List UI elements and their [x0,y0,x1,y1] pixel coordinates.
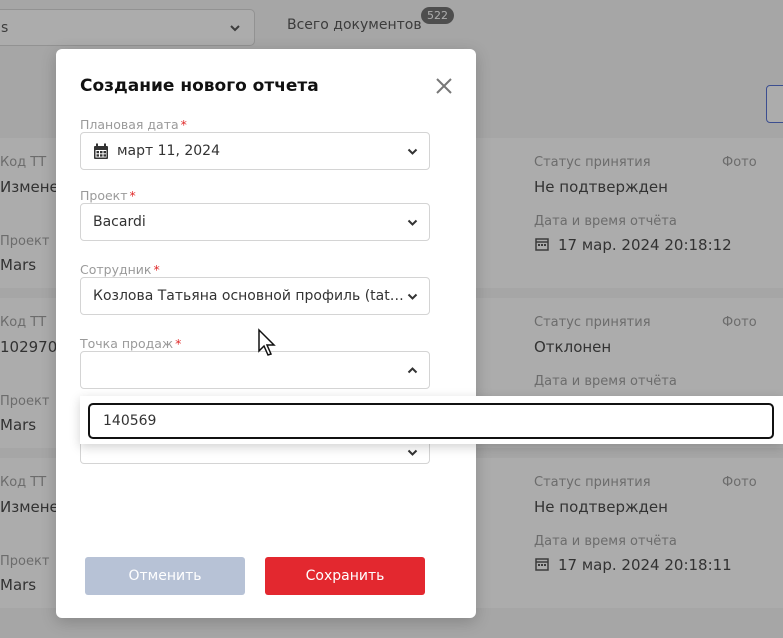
employee-select-value: Козлова Татьяна основной профиль (tatyan… [93,288,408,304]
save-button[interactable]: Сохранить [265,557,425,595]
chevron-down-icon [407,449,418,456]
chevron-up-icon [407,367,418,374]
hidden-select-field[interactable] [80,444,430,464]
date-field-label: Плановая дата * [80,117,187,132]
employee-select[interactable]: Козлова Татьяна основной профиль (tatyan… [80,277,430,315]
sales-point-select[interactable] [80,351,430,389]
sales-point-dropdown [80,396,783,444]
chevron-down-icon [407,148,418,155]
date-picker[interactable]: март 11, 2024 [80,132,430,170]
chevron-down-icon [407,219,418,226]
modal-title: Создание нового отчета [80,76,319,96]
sales-point-search-input[interactable] [88,403,774,439]
mouse-cursor-icon [258,328,276,356]
sales-point-field-label: Точка продаж * [80,336,182,351]
date-value: март 11, 2024 [117,143,220,159]
cancel-button[interactable]: Отменить [85,557,245,595]
employee-field-label: Сотрудник * [80,262,160,277]
close-icon[interactable] [434,76,454,96]
project-select[interactable]: Bacardi [80,203,430,241]
project-field-label: Проект * [80,188,136,203]
chevron-down-icon [407,293,418,300]
project-select-value: Bacardi [93,214,146,230]
calendar-icon [94,143,108,159]
